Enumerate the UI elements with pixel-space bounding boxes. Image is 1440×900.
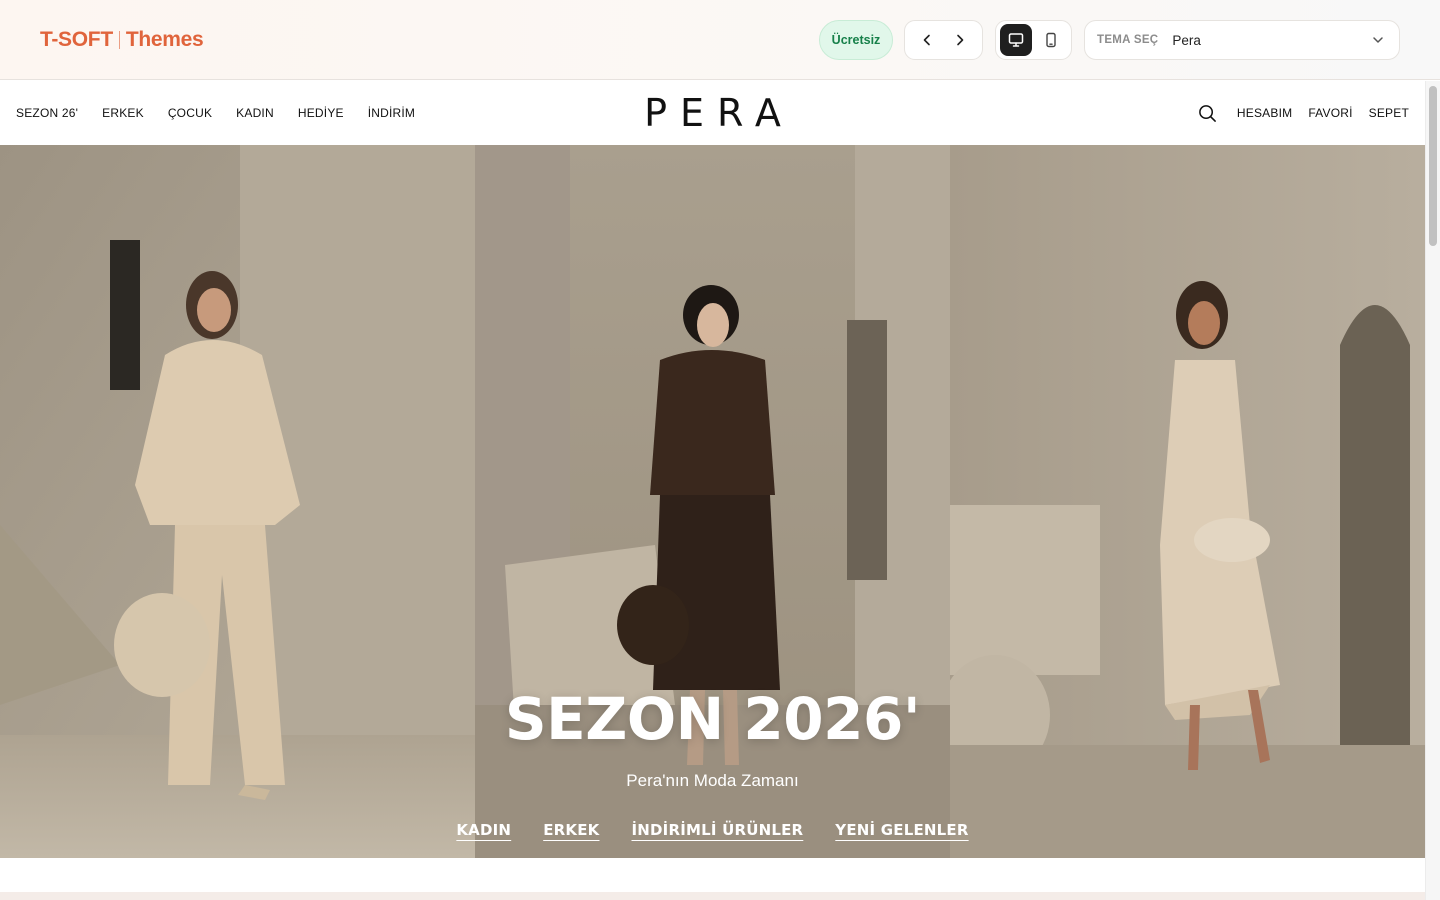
brand-secondary: Themes — [125, 28, 204, 51]
previous-theme-button[interactable] — [912, 25, 942, 55]
account-link[interactable]: HESABIM — [1237, 106, 1292, 120]
hero-link-indirimli[interactable]: İNDİRİMLİ ÜRÜNLER — [631, 821, 803, 839]
hero-links: KADIN ERKEK İNDİRİMLİ ÜRÜNLER YENİ GELEN… — [0, 821, 1425, 839]
search-icon — [1199, 104, 1217, 122]
search-button[interactable] — [1197, 102, 1219, 124]
mobile-icon — [1046, 32, 1056, 48]
scrollbar-thumb[interactable] — [1429, 86, 1437, 246]
device-toggle-group — [995, 20, 1072, 60]
mobile-view-button[interactable] — [1036, 24, 1068, 56]
hero-banner[interactable]: SEZON 2026' Pera'nın Moda Zamanı KADIN E… — [0, 145, 1425, 858]
desktop-view-button[interactable] — [1000, 24, 1032, 56]
chevron-right-icon — [956, 34, 964, 46]
theme-select-value: Pera — [1172, 32, 1201, 48]
tsoft-themes-logo[interactable]: T-SOFT Themes — [40, 28, 204, 52]
brand-divider — [118, 31, 120, 49]
page-scrollbar[interactable] — [1425, 81, 1440, 900]
content-area — [0, 858, 1425, 892]
hero-title: SEZON 2026' — [504, 685, 921, 753]
cart-link[interactable]: SEPET — [1369, 106, 1409, 120]
store-header: SEZON 26' ERKEK ÇOCUK KADIN HEDİYE İNDİR… — [0, 81, 1425, 145]
hero-link-yeni-gelenler[interactable]: YENİ GELENLER — [835, 821, 968, 839]
chevron-left-icon — [923, 34, 931, 46]
hero-link-kadin[interactable]: KADIN — [456, 821, 511, 839]
theme-select-label: TEMA SEÇ — [1097, 34, 1159, 46]
hero-link-erkek[interactable]: ERKEK — [543, 821, 599, 839]
theme-preview-bar: T-SOFT Themes Ücretsiz TEMA SEÇ Pera — [0, 0, 1440, 80]
free-badge: Ücretsiz — [819, 20, 893, 60]
next-theme-button[interactable] — [945, 25, 975, 55]
next-section-strip — [0, 892, 1425, 900]
brand-primary: T-SOFT — [40, 28, 113, 51]
account-menu: HESABIM FAVORİ SEPET — [1197, 81, 1409, 145]
theme-select[interactable]: TEMA SEÇ Pera — [1084, 20, 1400, 60]
theme-nav-group — [904, 20, 983, 60]
chevron-down-icon — [1373, 37, 1383, 43]
desktop-icon — [1008, 33, 1023, 47]
hero-subtitle: Pera'nın Moda Zamanı — [626, 771, 799, 790]
favorites-link[interactable]: FAVORİ — [1308, 106, 1352, 120]
